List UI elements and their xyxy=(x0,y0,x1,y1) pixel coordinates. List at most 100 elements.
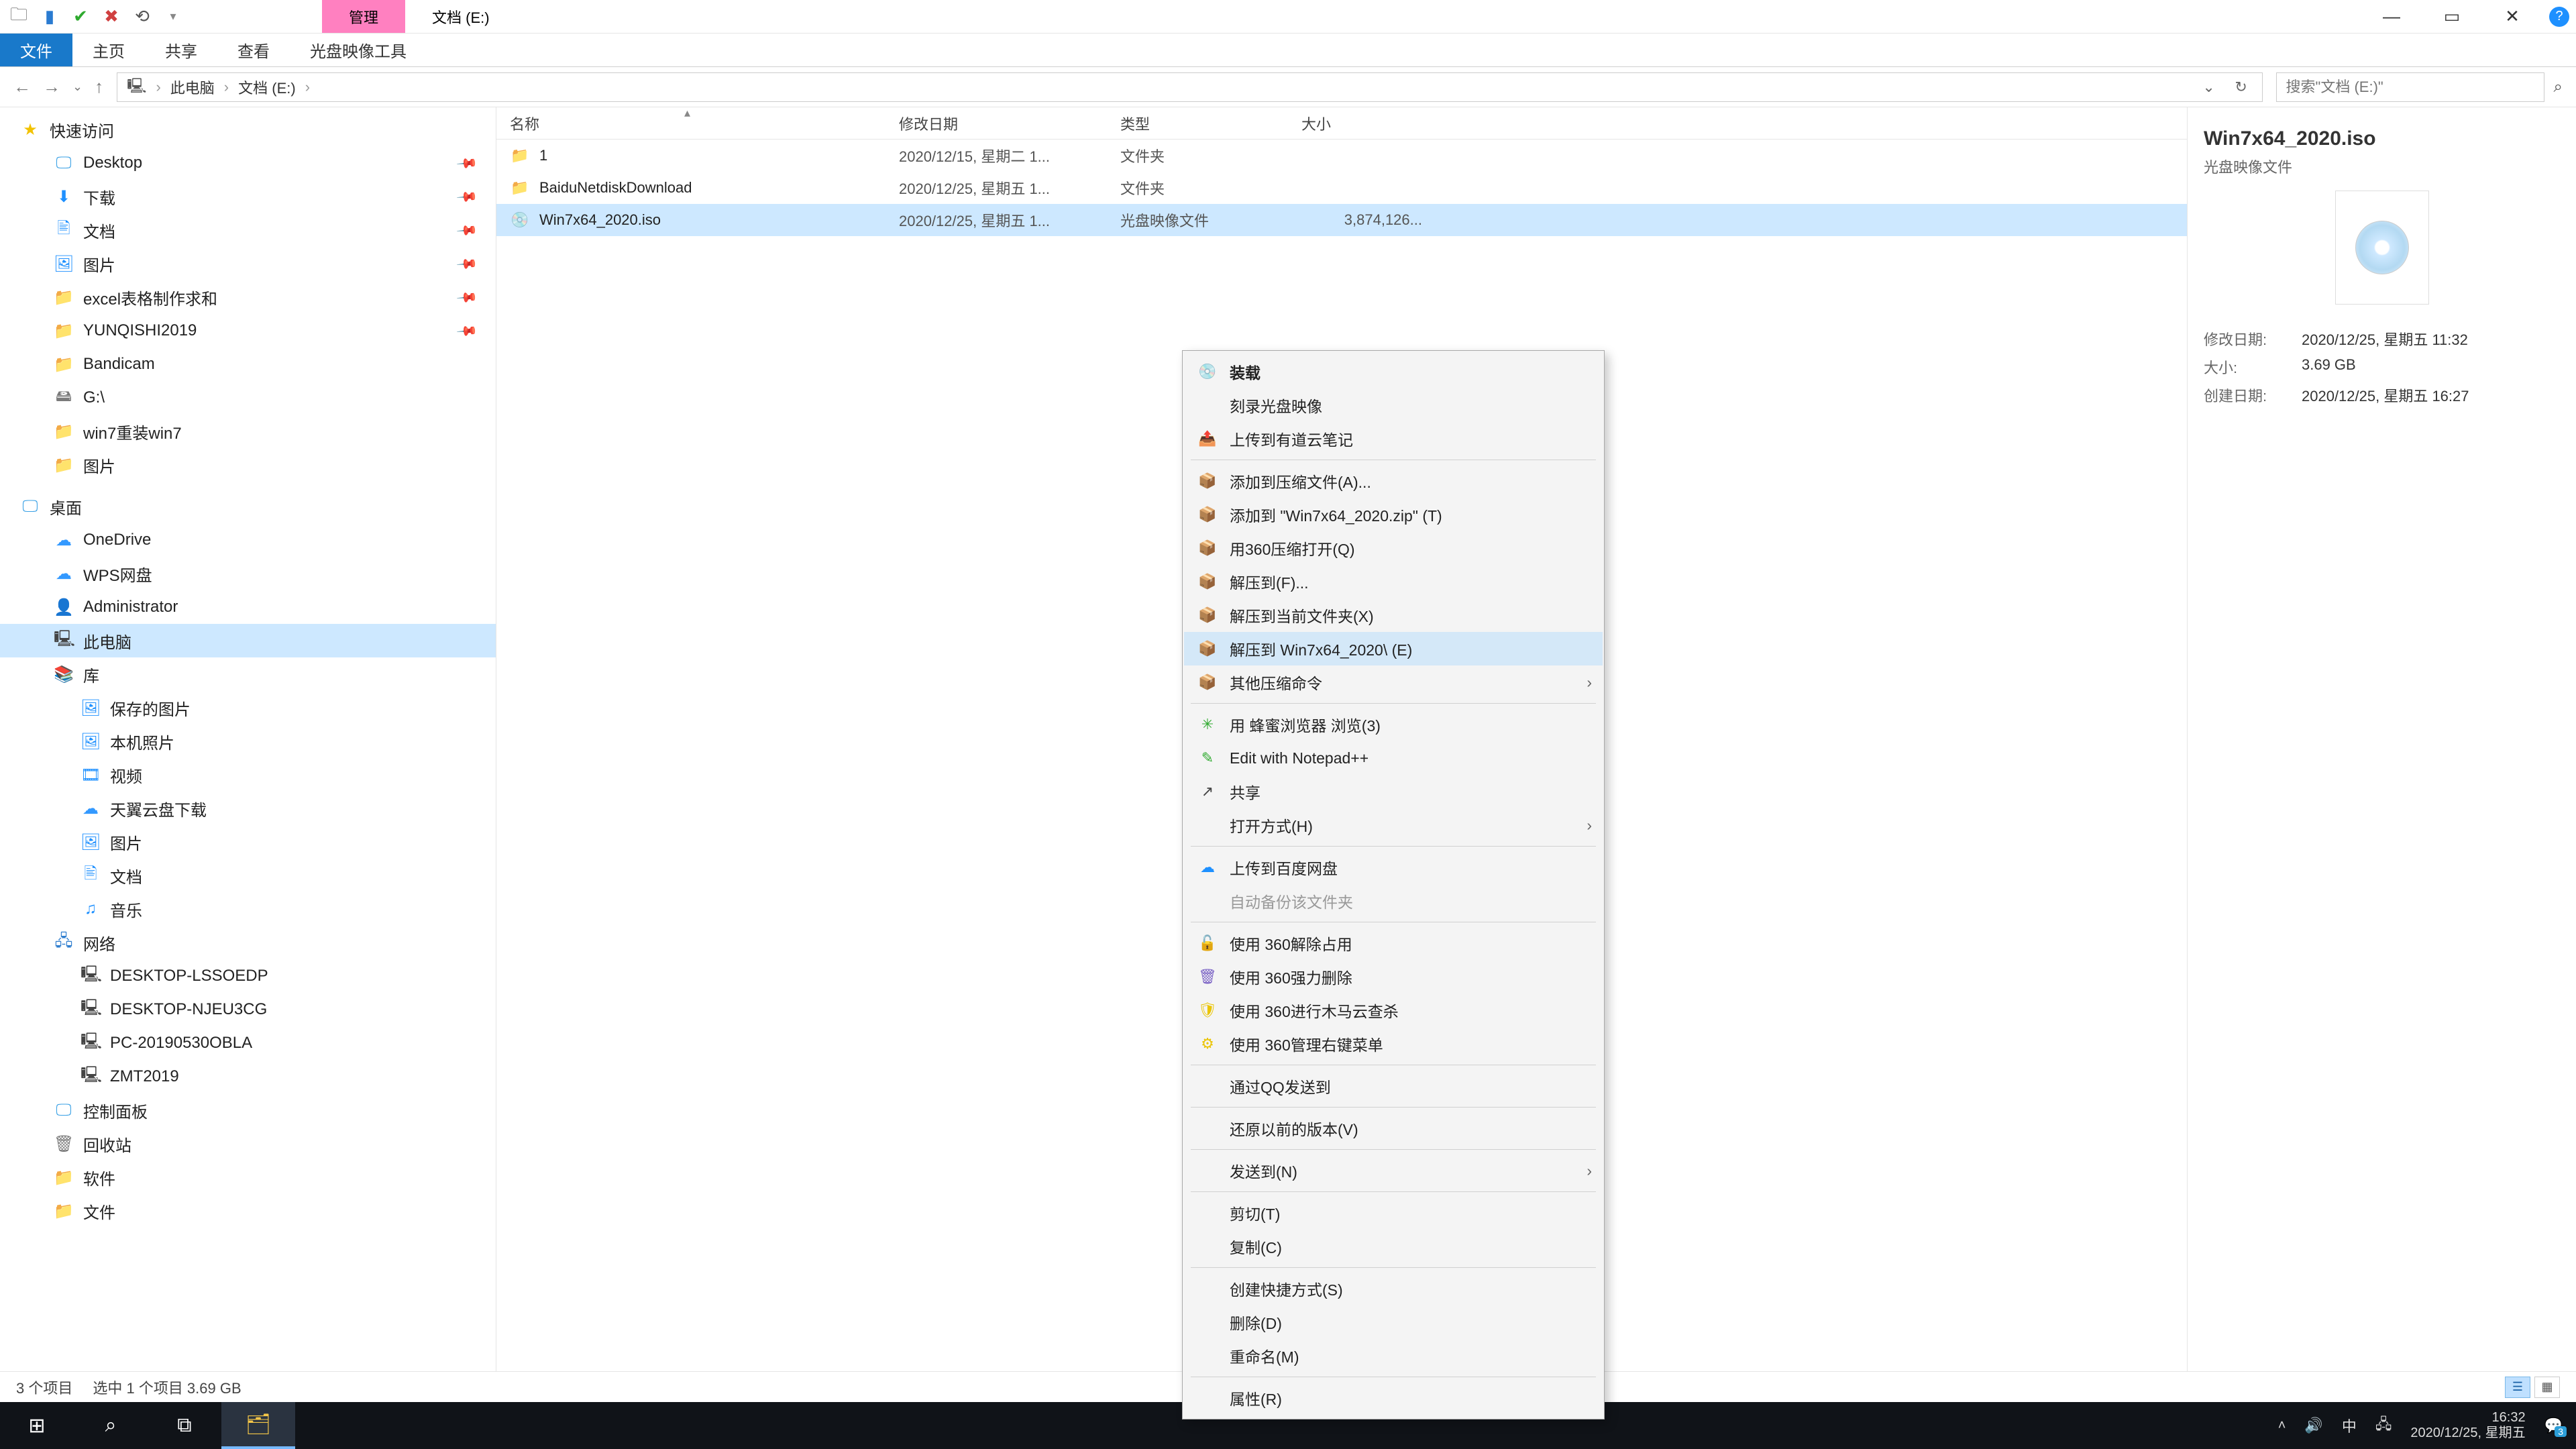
tree-node[interactable]: 🖳ZMT2019 xyxy=(0,1060,496,1093)
context-menu[interactable]: 💿装载刻录光盘映像📤上传到有道云笔记 📦添加到压缩文件(A)...📦添加到 "Wi… xyxy=(1182,350,1605,1419)
tree-node[interactable]: 🖼图片 xyxy=(0,825,496,859)
tree-node[interactable]: 🖵Desktop📌 xyxy=(0,146,496,180)
tree-node[interactable]: ⬇下载📌 xyxy=(0,180,496,213)
minimize-button[interactable]: — xyxy=(2361,0,2422,33)
context-menu-item[interactable]: 删除(D) xyxy=(1184,1305,1603,1339)
breadcrumb-seg-1[interactable]: 文档 (E:) xyxy=(238,76,296,98)
context-menu-item[interactable]: 🛡使用 360进行木马云查杀 xyxy=(1184,994,1603,1027)
tree-node[interactable]: 🖳PC-20190530OBLA xyxy=(0,1026,496,1060)
tree-node[interactable]: 🖳DESKTOP-LSSOEDP xyxy=(0,959,496,993)
column-name[interactable]: 名称 ▴ xyxy=(510,113,899,134)
context-menu-item[interactable]: ✎Edit with Notepad++ xyxy=(1184,741,1603,775)
tree-node[interactable]: ☁OneDrive xyxy=(0,523,496,557)
forward-button[interactable]: → xyxy=(43,76,60,97)
context-menu-item[interactable]: 🔓使用 360解除占用 xyxy=(1184,926,1603,960)
back-button[interactable]: ← xyxy=(13,76,31,97)
task-view-button[interactable]: ⧉ xyxy=(148,1402,221,1449)
context-menu-item[interactable]: ↗共享 xyxy=(1184,775,1603,808)
context-menu-item[interactable]: 🗑使用 360强力删除 xyxy=(1184,960,1603,994)
tree-node[interactable]: 🖼图片📌 xyxy=(0,247,496,280)
recent-dropdown-icon[interactable]: ⌄ xyxy=(72,80,83,94)
context-menu-item[interactable]: 打开方式(H)› xyxy=(1184,808,1603,842)
column-date[interactable]: 修改日期 xyxy=(899,113,1120,134)
undo-icon[interactable]: ⟲ xyxy=(130,5,154,29)
tree-node[interactable]: ☁WPS网盘 xyxy=(0,557,496,590)
tree-node[interactable]: 📁Bandicam xyxy=(0,347,496,381)
taskbar-explorer-button[interactable]: 🗂 xyxy=(221,1402,295,1449)
tree-node[interactable]: 🎞视频 xyxy=(0,758,496,792)
breadcrumb-seg-0[interactable]: 此电脑 xyxy=(170,76,215,98)
tree-node[interactable]: 🗑回收站 xyxy=(0,1127,496,1161)
context-menu-item[interactable]: 📦添加到 "Win7x64_2020.zip" (T) xyxy=(1184,498,1603,531)
context-menu-item[interactable]: 📦解压到(F)... xyxy=(1184,565,1603,598)
help-button[interactable]: ? xyxy=(2542,0,2576,33)
context-menu-item[interactable]: 重命名(M) xyxy=(1184,1339,1603,1373)
context-menu-item[interactable]: ☁上传到百度网盘 xyxy=(1184,851,1603,884)
context-menu-item[interactable]: 📦用360压缩打开(Q) xyxy=(1184,531,1603,565)
tree-node[interactable]: 📁win7重装win7 xyxy=(0,415,496,448)
context-menu-item[interactable]: 📤上传到有道云笔记 xyxy=(1184,422,1603,455)
context-menu-item[interactable]: 复制(C) xyxy=(1184,1230,1603,1263)
tree-node[interactable]: 🖹文档📌 xyxy=(0,213,496,247)
context-menu-item[interactable]: 📦其他压缩命令› xyxy=(1184,665,1603,699)
check-icon[interactable]: ✔ xyxy=(68,5,93,29)
network-icon[interactable]: 🖧 xyxy=(2375,1413,2392,1438)
ime-indicator[interactable]: 中 xyxy=(2342,1415,2357,1436)
delete-icon[interactable]: ✖ xyxy=(99,5,123,29)
up-button[interactable]: ↑ xyxy=(95,76,103,97)
tree-node[interactable]: 📁软件 xyxy=(0,1161,496,1194)
ribbon-tab-disc-tools[interactable]: 光盘映像工具 xyxy=(290,34,427,66)
tree-node[interactable]: 🖵桌面 xyxy=(0,490,496,523)
contextual-tab-manage[interactable]: 管理 xyxy=(322,0,405,33)
tree-node[interactable]: 📁excel表格制作求和📌 xyxy=(0,280,496,314)
tray-overflow-icon[interactable]: ˄ xyxy=(2278,1418,2286,1434)
tree-node[interactable]: 🖧网络 xyxy=(0,926,496,959)
view-thumbnails-button[interactable]: ▦ xyxy=(2534,1377,2560,1398)
breadcrumb-dropdown-icon[interactable]: ⌄ xyxy=(2198,78,2220,96)
context-menu-item[interactable]: ⚙使用 360管理右键菜单 xyxy=(1184,1027,1603,1061)
search-icon[interactable]: ⌕ xyxy=(2554,78,2563,97)
refresh-icon[interactable]: ↻ xyxy=(2230,78,2253,96)
ribbon-tab-share[interactable]: 共享 xyxy=(145,34,217,66)
column-size[interactable]: 大小 xyxy=(1301,113,1436,134)
ribbon-tab-view[interactable]: 查看 xyxy=(217,34,290,66)
file-row[interactable]: 💿Win7x64_2020.iso2020/12/25, 星期五 1...光盘映… xyxy=(496,204,2187,236)
tree-node[interactable]: ♫音乐 xyxy=(0,892,496,926)
context-menu-item[interactable]: 属性(R) xyxy=(1184,1381,1603,1415)
tree-node[interactable]: 🖼保存的图片 xyxy=(0,691,496,724)
context-menu-item[interactable]: 剪切(T) xyxy=(1184,1196,1603,1230)
column-type[interactable]: 类型 xyxy=(1120,113,1301,134)
search-input[interactable] xyxy=(2276,72,2544,102)
tree-node[interactable]: 📁文件 xyxy=(0,1194,496,1228)
file-row[interactable]: 📁BaiduNetdiskDownload2020/12/25, 星期五 1..… xyxy=(496,172,2187,204)
tree-node[interactable]: 🖳DESKTOP-NJEU3CG xyxy=(0,993,496,1026)
ribbon-tab-file[interactable]: 文件 xyxy=(0,34,72,66)
qat-dropdown-icon[interactable]: ▾ xyxy=(161,5,185,29)
context-menu-item[interactable]: 刻录光盘映像 xyxy=(1184,388,1603,422)
navigation-tree[interactable]: ★快速访问🖵Desktop📌⬇下载📌🖹文档📌🖼图片📌📁excel表格制作求和📌📁… xyxy=(0,107,496,1371)
context-menu-item[interactable]: 通过QQ发送到 xyxy=(1184,1069,1603,1103)
tree-node[interactable]: 📚库 xyxy=(0,657,496,691)
file-list[interactable]: 名称 ▴ 修改日期 类型 大小 📁12020/12/15, 星期二 1...文件… xyxy=(496,107,2187,1371)
tree-node[interactable]: 👤Administrator xyxy=(0,590,496,624)
taskbar-search-button[interactable]: ⌕ xyxy=(74,1402,148,1449)
action-center-icon[interactable]: 💬 3 xyxy=(2544,1417,2563,1434)
start-button[interactable]: ⊞ xyxy=(0,1402,74,1449)
tree-node[interactable]: ☁天翼云盘下载 xyxy=(0,792,496,825)
tree-node[interactable]: 📁图片 xyxy=(0,448,496,482)
context-menu-item[interactable]: 📦解压到 Win7x64_2020\ (E) xyxy=(1184,632,1603,665)
maximize-button[interactable]: ▭ xyxy=(2422,0,2482,33)
tree-node[interactable]: 🖹文档 xyxy=(0,859,496,892)
breadcrumb[interactable]: 🖳 › 此电脑 › 文档 (E:) › ⌄ ↻ xyxy=(117,72,2262,102)
context-menu-item[interactable]: 📦添加到压缩文件(A)... xyxy=(1184,464,1603,498)
view-details-button[interactable]: ☰ xyxy=(2505,1377,2530,1398)
context-menu-item[interactable]: 发送到(N)› xyxy=(1184,1154,1603,1187)
volume-icon[interactable]: 🔊 xyxy=(2304,1417,2322,1434)
tree-node[interactable]: 🖼本机照片 xyxy=(0,724,496,758)
context-menu-item[interactable]: 💿装载 xyxy=(1184,355,1603,388)
tree-node[interactable]: 📁YUNQISHI2019📌 xyxy=(0,314,496,347)
tree-node[interactable]: 🖴G:\ xyxy=(0,381,496,415)
taskbar-clock[interactable]: 16:32 2020/12/25, 星期五 xyxy=(2410,1410,2525,1441)
file-row[interactable]: 📁12020/12/15, 星期二 1...文件夹 xyxy=(496,140,2187,172)
context-menu-item[interactable]: 创建快捷方式(S) xyxy=(1184,1272,1603,1305)
